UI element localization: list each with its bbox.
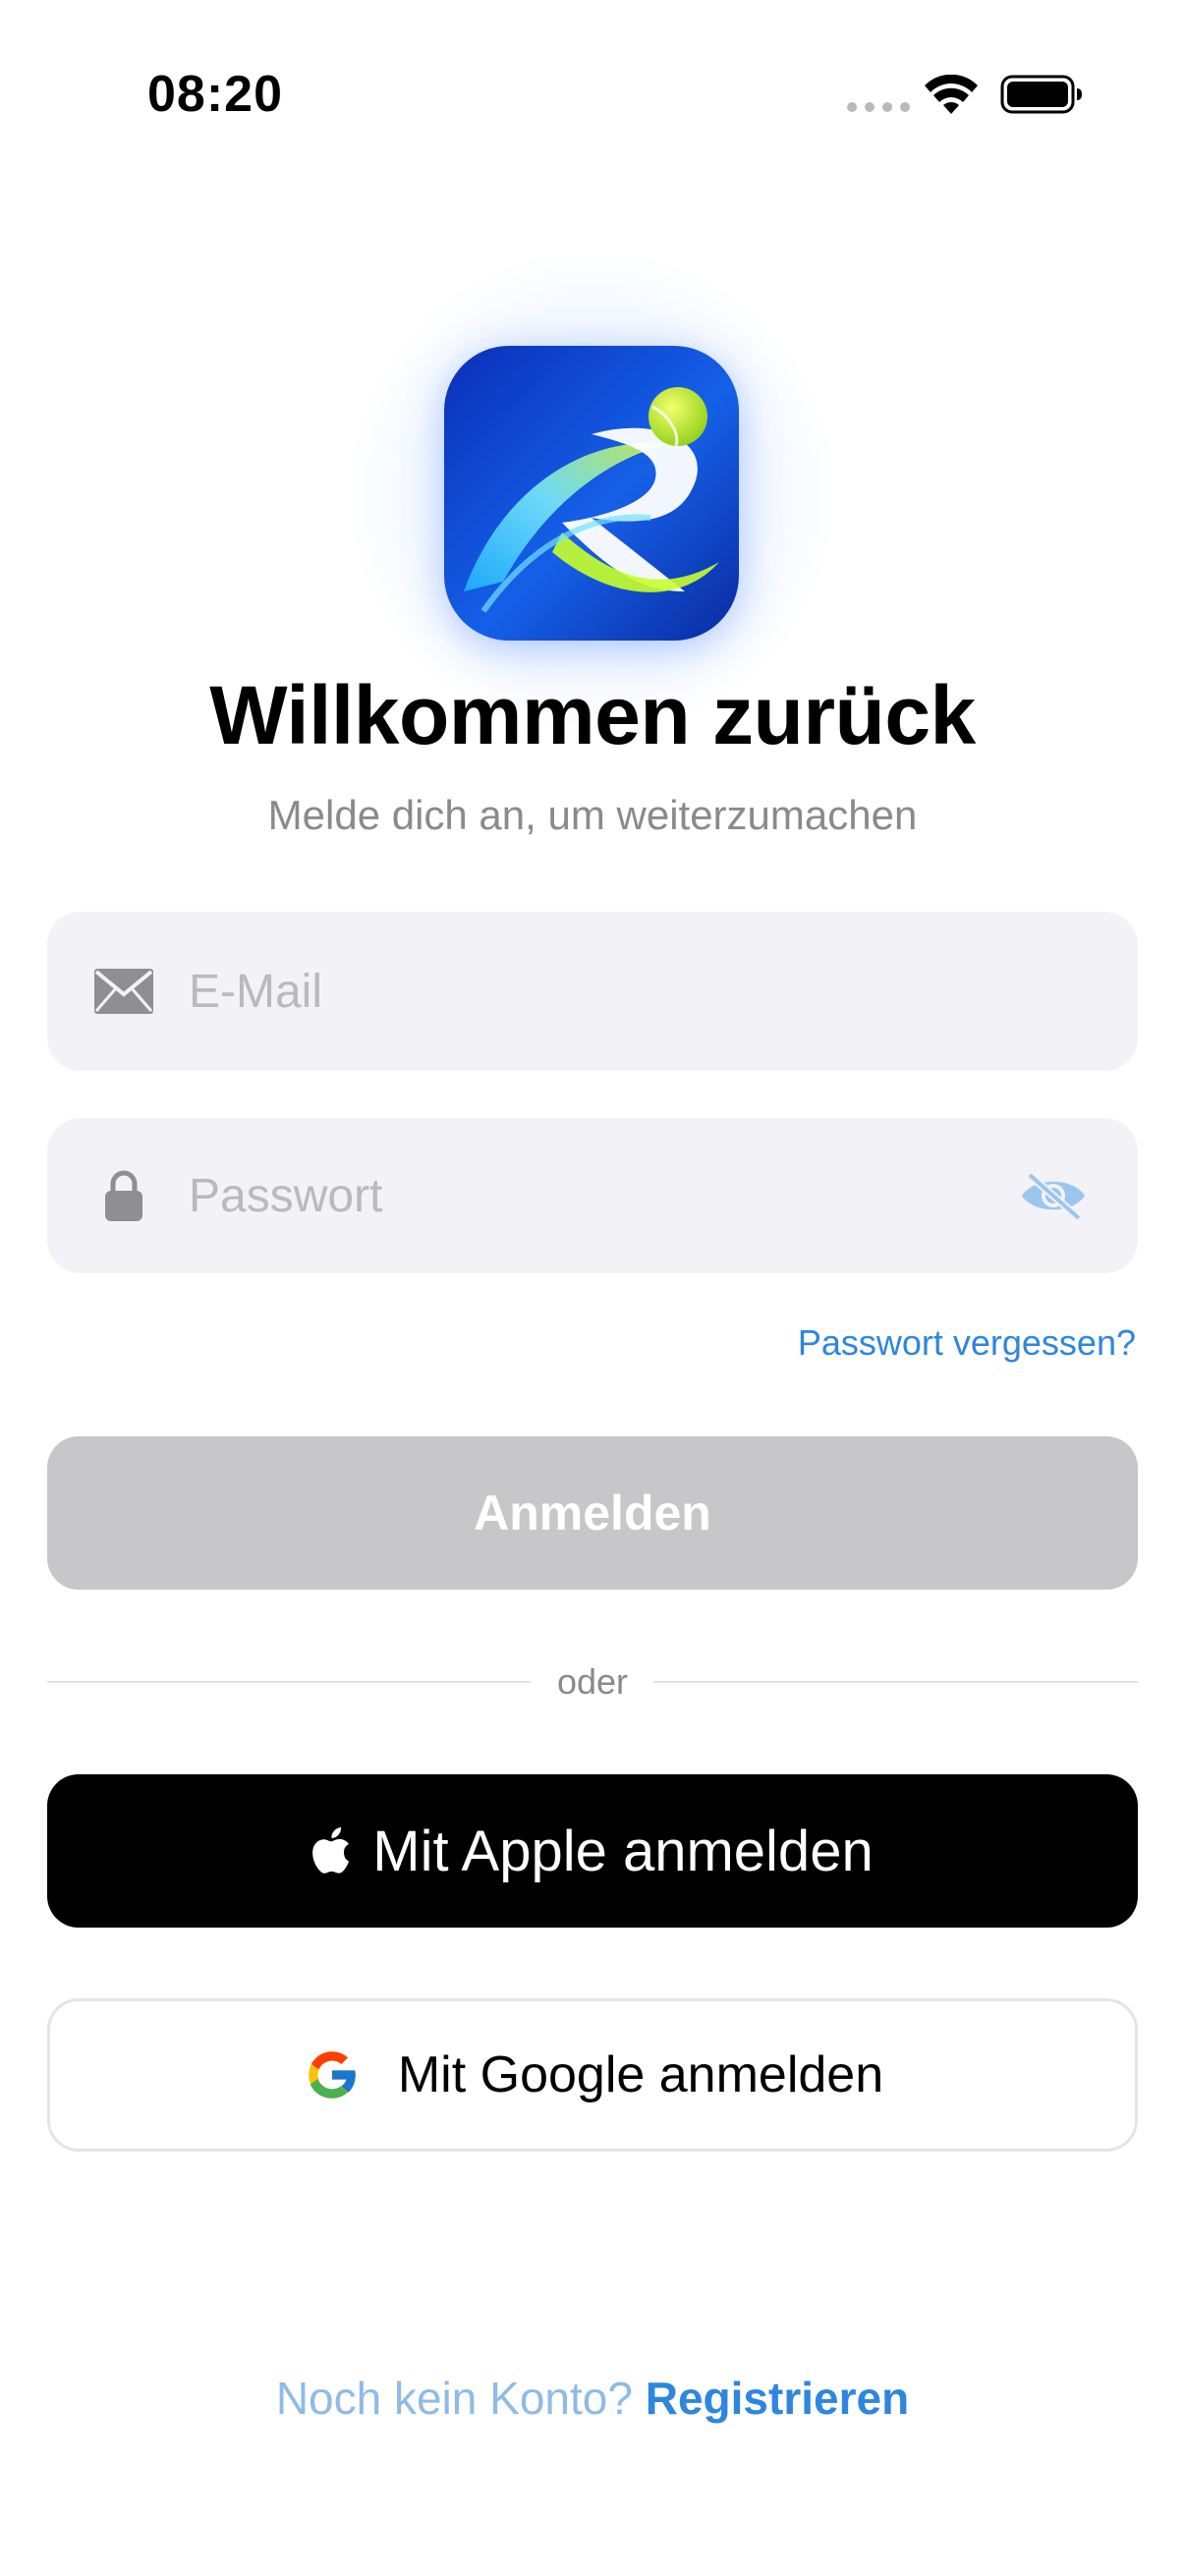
google-logo-icon bbox=[302, 2044, 363, 2105]
google-signin-label: Mit Google anmelden bbox=[397, 2046, 884, 2103]
no-account-text: Noch kein Konto? bbox=[275, 2373, 633, 2424]
google-signin-button[interactable]: Mit Google anmelden bbox=[47, 1998, 1138, 2152]
status-bar: 08:20 bbox=[0, 0, 1185, 196]
lock-icon bbox=[105, 1170, 142, 1221]
envelope-icon bbox=[94, 969, 153, 1014]
page-title: Willkommen zurück bbox=[209, 669, 976, 761]
apple-signin-button[interactable]: Mit Apple anmelden bbox=[47, 1774, 1138, 1928]
register-link[interactable]: Registrieren bbox=[646, 2373, 909, 2424]
forgot-password-link[interactable]: Passwort vergessen? bbox=[798, 1322, 1136, 1364]
wifi-icon bbox=[925, 75, 978, 114]
apple-signin-label: Mit Apple anmelden bbox=[372, 1819, 874, 1883]
status-time: 08:20 bbox=[147, 66, 283, 123]
login-button[interactable]: Anmelden bbox=[47, 1436, 1138, 1590]
password-field[interactable] bbox=[47, 1118, 1138, 1273]
cellular-signal-icon bbox=[847, 102, 910, 112]
register-prompt: Noch kein Konto? Registrieren bbox=[0, 2372, 1185, 2425]
email-field[interactable] bbox=[47, 912, 1138, 1071]
email-input[interactable] bbox=[189, 912, 1034, 1071]
password-input[interactable] bbox=[189, 1118, 1034, 1273]
apple-logo-icon bbox=[311, 1827, 351, 1875]
divider-text: oder bbox=[556, 1661, 629, 1702]
divider: oder bbox=[47, 1660, 1138, 1704]
page-subtitle: Melde dich an, um weiterzumachen bbox=[267, 792, 918, 838]
divider-line-left bbox=[47, 1681, 532, 1683]
login-button-label: Anmelden bbox=[474, 1485, 711, 1540]
divider-line-right bbox=[653, 1681, 1138, 1683]
app-logo bbox=[444, 346, 739, 641]
battery-icon bbox=[1000, 75, 1082, 114]
eye-slash-icon[interactable] bbox=[1018, 1171, 1089, 1220]
